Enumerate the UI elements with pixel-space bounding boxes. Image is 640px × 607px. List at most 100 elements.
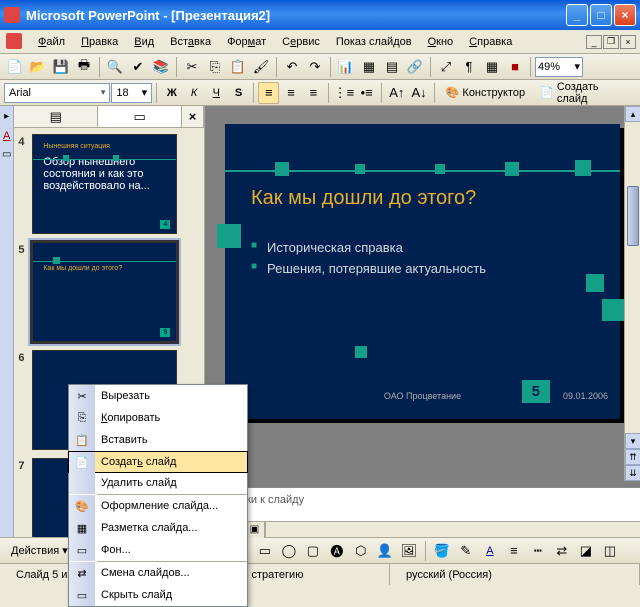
- ctx-slide-layout[interactable]: ▦Разметка слайда...: [69, 517, 247, 539]
- mdi-minimize-button[interactable]: _: [586, 35, 602, 49]
- align-center-icon[interactable]: ≡: [280, 82, 301, 104]
- bullet-1[interactable]: Историческая справка: [251, 240, 594, 255]
- bullets-icon[interactable]: •≡: [356, 82, 377, 104]
- paste-icon[interactable]: 📋: [227, 56, 249, 78]
- cut-icon[interactable]: ✂: [181, 56, 203, 78]
- ctx-cut[interactable]: ✂Вырезать: [69, 385, 247, 407]
- line-color-icon[interactable]: ✎: [455, 540, 477, 562]
- align-left-icon[interactable]: ≡: [258, 82, 279, 104]
- ctx-paste[interactable]: 📋Вставить: [69, 429, 247, 451]
- picture-icon[interactable]: 🖼: [398, 540, 420, 562]
- shadow-icon[interactable]: S: [228, 82, 249, 104]
- mdi-restore-button[interactable]: ❐: [603, 35, 619, 49]
- print-icon[interactable]: 🖶: [73, 56, 95, 78]
- font-color-icon[interactable]: A: [479, 540, 501, 562]
- menu-view[interactable]: Вид: [126, 33, 162, 51]
- scroll-thumb[interactable]: [627, 186, 639, 246]
- increase-font-icon[interactable]: A↑: [386, 82, 407, 104]
- document-icon[interactable]: [6, 33, 22, 49]
- italic-icon[interactable]: К: [183, 82, 204, 104]
- open-icon[interactable]: 📂: [27, 56, 49, 78]
- menu-edit[interactable]: Правка: [73, 33, 126, 51]
- thumbnail-4[interactable]: 4 Нынешняя ситуацияОбзор нынешнего состо…: [18, 134, 200, 234]
- hyperlink-icon[interactable]: 🔗: [404, 56, 426, 78]
- font-combo[interactable]: Arial▾: [4, 83, 110, 103]
- chart-icon[interactable]: 📊: [335, 56, 357, 78]
- ctx-hide-slide[interactable]: ▭Скрыть слайд: [69, 584, 247, 606]
- zoom-combo[interactable]: 49%▾: [535, 57, 583, 77]
- actions-menu[interactable]: Действия ▾: [4, 540, 75, 562]
- preview-icon[interactable]: 🔍: [104, 56, 126, 78]
- wordart-icon[interactable]: 🅐: [326, 540, 348, 562]
- spellcheck-icon[interactable]: ✔: [127, 56, 149, 78]
- font-size-combo[interactable]: 18▾: [111, 83, 152, 103]
- copy-icon[interactable]: ⎘: [204, 56, 226, 78]
- slides-tab[interactable]: ▭: [98, 106, 182, 127]
- numbering-icon[interactable]: ⋮≡: [333, 82, 355, 104]
- grid-icon[interactable]: ▦: [481, 56, 503, 78]
- ctx-delete-slide[interactable]: Удалить слайд: [69, 472, 247, 494]
- ctx-background[interactable]: ▭Фон...: [69, 539, 247, 561]
- menu-help[interactable]: Справка: [461, 33, 520, 51]
- shadow-style-icon[interactable]: ◪: [575, 540, 597, 562]
- align-right-icon[interactable]: ≡: [303, 82, 324, 104]
- menu-slideshow[interactable]: Показ слайдов: [328, 33, 420, 51]
- dash-style-icon[interactable]: ┅: [527, 540, 549, 562]
- ctx-new-slide[interactable]: 📄Создать слайд: [68, 451, 248, 473]
- line-style-icon[interactable]: ≡: [503, 540, 525, 562]
- font-color-icon[interactable]: A: [0, 129, 13, 142]
- diagram-icon[interactable]: ⬡: [350, 540, 372, 562]
- show-formatting-icon[interactable]: ¶: [458, 56, 480, 78]
- textbox-icon[interactable]: ▢: [302, 540, 324, 562]
- status-language[interactable]: русский (Россия): [390, 564, 640, 585]
- rectangle-icon[interactable]: ▭: [254, 540, 276, 562]
- new-icon[interactable]: 📄: [4, 56, 26, 78]
- decrease-font-icon[interactable]: A↓: [408, 82, 429, 104]
- fill-color-icon[interactable]: 🪣: [431, 540, 453, 562]
- close-button[interactable]: ×: [614, 4, 636, 26]
- underline-icon[interactable]: Ч: [206, 82, 227, 104]
- outline-tab[interactable]: ▤: [14, 106, 98, 127]
- vertical-scrollbar[interactable]: ▴ ▾ ⇈ ⇊: [624, 106, 640, 481]
- designer-button[interactable]: 🎨 Конструктор: [439, 82, 532, 104]
- maximize-button[interactable]: □: [590, 4, 612, 26]
- menu-tools[interactable]: Сервис: [274, 33, 328, 51]
- expand-icon[interactable]: ⤢: [435, 56, 457, 78]
- scroll-down-icon[interactable]: ▾: [625, 433, 640, 449]
- bold-icon[interactable]: Ж: [161, 82, 182, 104]
- table-icon[interactable]: ▦: [358, 56, 380, 78]
- slideshow-view-button[interactable]: ▣: [245, 522, 265, 538]
- prev-slide-icon[interactable]: ⇈: [625, 449, 640, 465]
- menu-file[interactable]: Файл: [30, 33, 73, 51]
- mdi-close-button[interactable]: ×: [620, 35, 636, 49]
- next-slide-icon[interactable]: ⇊: [625, 465, 640, 481]
- undo-icon[interactable]: ↶: [281, 56, 303, 78]
- scroll-up-icon[interactable]: ▴: [625, 106, 640, 122]
- save-icon[interactable]: 💾: [50, 56, 72, 78]
- highlight-icon[interactable]: ▭: [0, 148, 13, 161]
- color-icon[interactable]: ■: [504, 56, 526, 78]
- slide-title[interactable]: Как мы дошли до этого?: [251, 187, 594, 210]
- 3d-style-icon[interactable]: ◫: [599, 540, 621, 562]
- menu-format[interactable]: Формат: [219, 33, 274, 51]
- thumbnail-5[interactable]: 5 Как мы дошли до этого?5: [18, 242, 200, 342]
- arrow-style-icon[interactable]: ⇄: [551, 540, 573, 562]
- menu-insert[interactable]: Вставка: [162, 33, 219, 51]
- clipart-icon[interactable]: 👤: [374, 540, 396, 562]
- main-slide[interactable]: Как мы дошли до этого? Историческая спра…: [225, 124, 620, 419]
- oval-icon[interactable]: ◯: [278, 540, 300, 562]
- notes-pane[interactable]: Заметки к слайду: [205, 487, 640, 521]
- tables-icon[interactable]: ▤: [381, 56, 403, 78]
- new-slide-button[interactable]: 📄 Создать слайд: [533, 82, 636, 104]
- minimize-button[interactable]: _: [566, 4, 588, 26]
- redo-icon[interactable]: ↷: [304, 56, 326, 78]
- research-icon[interactable]: 📚: [150, 56, 172, 78]
- format-painter-icon[interactable]: 🖌: [250, 56, 272, 78]
- outline-arrow-icon[interactable]: ▸: [0, 110, 13, 123]
- menu-window[interactable]: Окно: [420, 33, 462, 51]
- bullet-2[interactable]: Решения, потерявшие актуальность: [251, 261, 594, 276]
- ctx-slide-design[interactable]: 🎨Оформление слайда...: [69, 495, 247, 517]
- ctx-slide-transition[interactable]: ⇄Смена слайдов...: [69, 562, 247, 584]
- ctx-copy[interactable]: ⎘Копировать: [69, 407, 247, 429]
- close-panel-button[interactable]: ×: [182, 106, 204, 127]
